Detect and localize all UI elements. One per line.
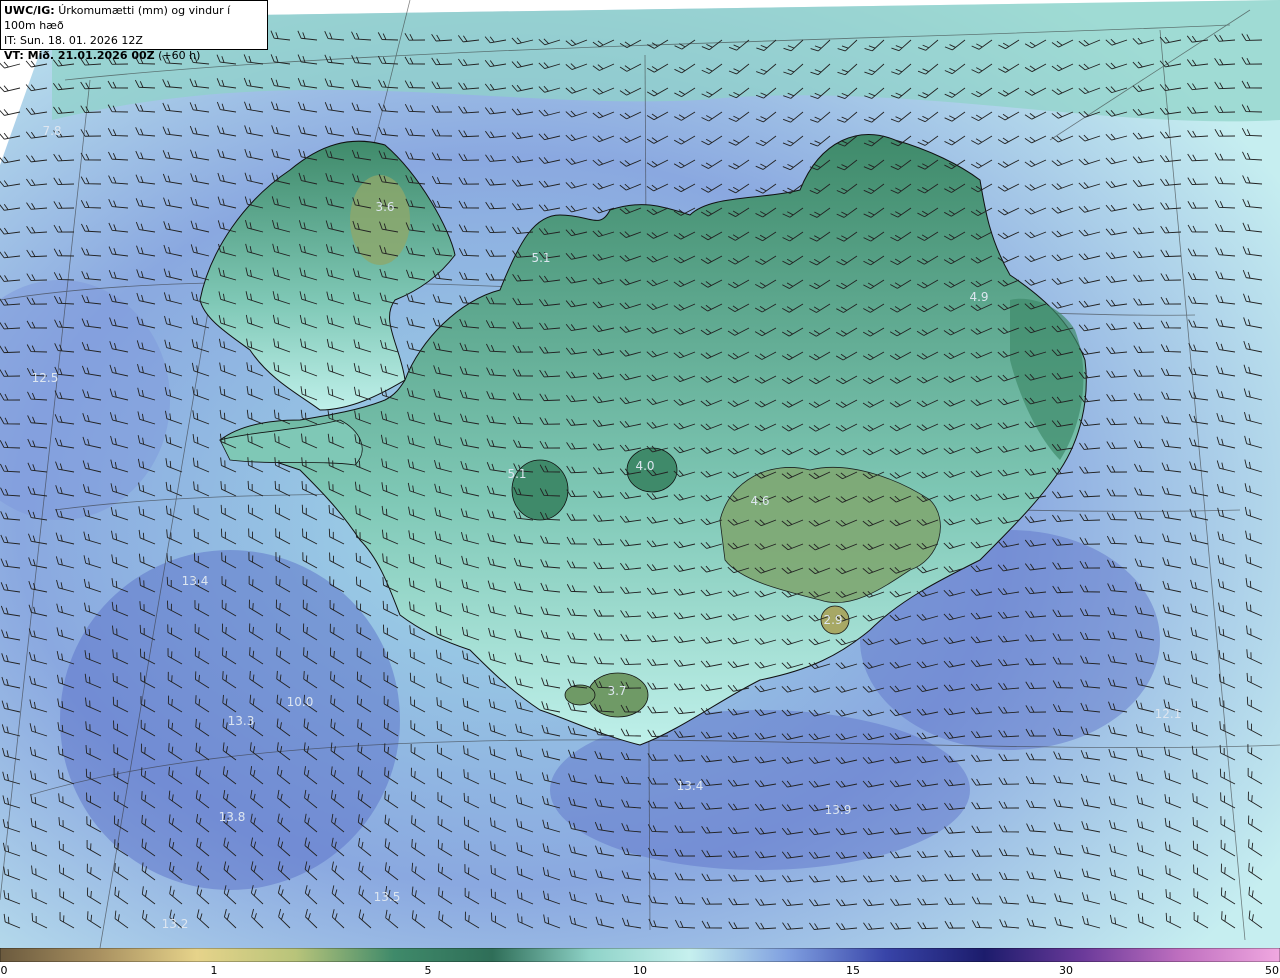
- eyjafjallajokull: [564, 684, 596, 706]
- colorbar-tick: 30: [1059, 964, 1073, 977]
- wind-barb-icon: [0, 109, 21, 116]
- colorbar: [0, 948, 1280, 962]
- precipitation-wind-map: 7.8 3.6 5.1 4.9 12.5 4.0 5.1 4.6 13.4 2.9 3.7 13.3 1…: [0, 0, 1280, 949]
- colorbar-ticks: 0 1 5 10 15 30 50: [0, 962, 1280, 978]
- map-value-label: 13.5: [374, 890, 401, 904]
- map-value-label: 5.1: [531, 251, 550, 265]
- forecast-offset: (+60 h): [158, 49, 201, 62]
- map-value-label: 3.6: [375, 200, 394, 214]
- map-value-label: 13.3: [228, 714, 255, 728]
- map-value-label: 2.9: [823, 613, 842, 627]
- header-title-line: UWC/IG: Úrkomumætti (mm) og vindur í 100…: [4, 3, 264, 33]
- map-value-label: 12.1: [1155, 707, 1182, 721]
- map-value-label: 4.9: [969, 290, 988, 304]
- colorbar-tick: 50: [1265, 964, 1279, 977]
- wind-barb-icon: [0, 85, 21, 93]
- colorbar-tick: 5: [424, 964, 432, 977]
- map-value-label: 13.2: [162, 917, 189, 931]
- map-value-label: 5.1: [507, 467, 526, 481]
- map-header: UWC/IG: Úrkomumætti (mm) og vindur í 100…: [0, 0, 268, 62]
- map-value-label: 13.4: [182, 574, 209, 588]
- map-value-label: 12.5: [32, 371, 59, 385]
- map-value-label: 10.0: [287, 695, 314, 709]
- colorbar-gradient: [0, 948, 1280, 962]
- colorbar-tick: 10: [633, 964, 647, 977]
- map-value-label: 4.0: [635, 459, 654, 473]
- map-value-label: 13.8: [219, 810, 246, 824]
- map-value-label: 7.8: [42, 124, 61, 138]
- valid-time-line: VT: Mið. 21.01.2026 00Z (+60 h): [4, 48, 264, 63]
- valid-time: VT: Mið. 21.01.2026 00Z: [4, 49, 155, 62]
- colorbar-tick: 1: [210, 964, 218, 977]
- map-value-label: 4.6: [750, 494, 769, 508]
- map-value-label: 3.7: [607, 684, 626, 698]
- colorbar-tick: 15: [846, 964, 860, 977]
- map-value-label: 13.4: [677, 779, 704, 793]
- initial-time: IT: Sun. 18. 01. 2026 12Z: [4, 34, 143, 47]
- model-name: UWC/IG:: [4, 4, 55, 17]
- map-value-label: 13.9: [825, 803, 852, 817]
- colorbar-tick: 0: [0, 964, 8, 977]
